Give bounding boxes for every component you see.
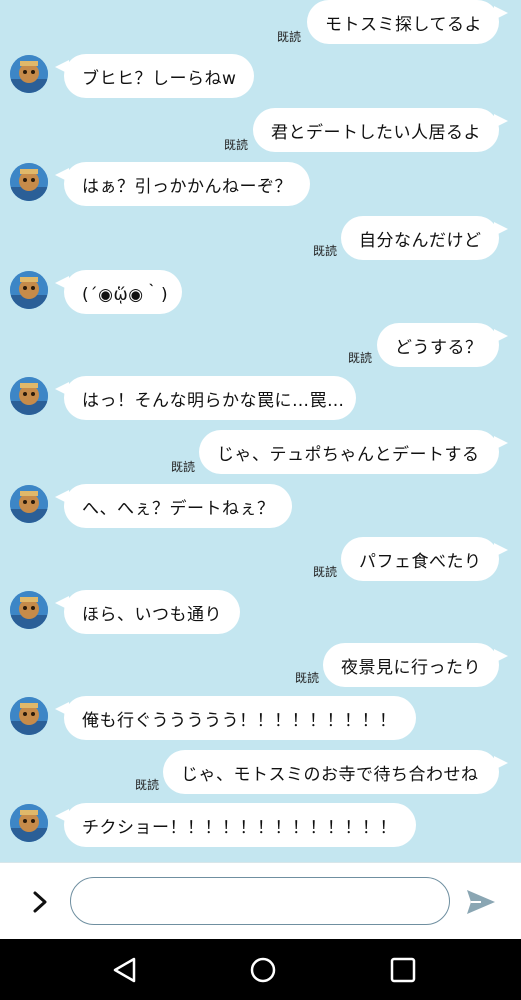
chevron-right-icon[interactable]	[28, 887, 52, 917]
home-circle-icon[interactable]	[248, 955, 278, 985]
avatar[interactable]	[10, 271, 48, 309]
avatar[interactable]	[10, 591, 48, 629]
message-bubble-received[interactable]: (´◉ᾥ◉｀)	[55, 270, 182, 314]
message-bubble-sent[interactable]: モトスミ探してるよ	[307, 0, 508, 44]
message-bubble-received[interactable]: はぁ？引っかかんねーぞ？	[55, 162, 310, 206]
read-receipt: 既読	[170, 460, 195, 474]
avatar[interactable]	[10, 804, 48, 842]
message-bubble-sent[interactable]: 自分なんだけど	[341, 216, 508, 260]
message-input[interactable]	[70, 877, 450, 925]
read-receipt: 既読	[294, 671, 319, 685]
chat-area[interactable]: 既読 モトスミ探してるよ ブヒヒ？しーらねw 既読 君とデートしたい人居るよ は…	[0, 0, 521, 862]
avatar[interactable]	[10, 163, 48, 201]
message-bubble-received[interactable]: ほら、いつも通り	[55, 590, 240, 634]
message-bubble-sent[interactable]: 君とデートしたい人居るよ	[253, 108, 508, 152]
send-icon[interactable]	[465, 887, 497, 917]
read-receipt: 既読	[223, 138, 248, 152]
avatar[interactable]	[10, 377, 48, 415]
read-receipt: 既読	[347, 351, 372, 365]
message-input-bar	[0, 862, 521, 939]
message-bubble-sent[interactable]: 夜景見に行ったり	[323, 643, 508, 687]
read-receipt: 既読	[276, 30, 301, 44]
read-receipt: 既読	[134, 778, 159, 792]
read-receipt: 既読	[312, 244, 337, 258]
message-bubble-received[interactable]: ブヒヒ？しーらねw	[55, 54, 254, 98]
message-bubble-received[interactable]: チクショー！！！！！！！！！！！！！	[55, 803, 416, 847]
avatar[interactable]	[10, 697, 48, 735]
message-bubble-sent[interactable]: どうする？	[377, 323, 508, 367]
avatar[interactable]	[10, 55, 48, 93]
message-bubble-received[interactable]: はっ！そんな明らかな罠に…罠…	[55, 376, 356, 420]
message-bubble-sent[interactable]: じゃ、モトスミのお寺で待ち合わせね	[163, 750, 508, 794]
message-bubble-sent[interactable]: パフェ食べたり	[341, 537, 508, 581]
system-nav-bar	[0, 939, 521, 1000]
message-bubble-received[interactable]: へ、へぇ？デートねぇ？	[55, 484, 292, 528]
message-bubble-sent[interactable]: じゃ、テュポちゃんとデートする	[199, 430, 508, 474]
recents-square-icon[interactable]	[388, 955, 418, 985]
read-receipt: 既読	[312, 565, 337, 579]
message-bubble-received[interactable]: 俺も行ぐううううう！！！！！！！！！	[55, 696, 416, 740]
avatar[interactable]	[10, 485, 48, 523]
back-triangle-icon[interactable]	[110, 955, 140, 985]
